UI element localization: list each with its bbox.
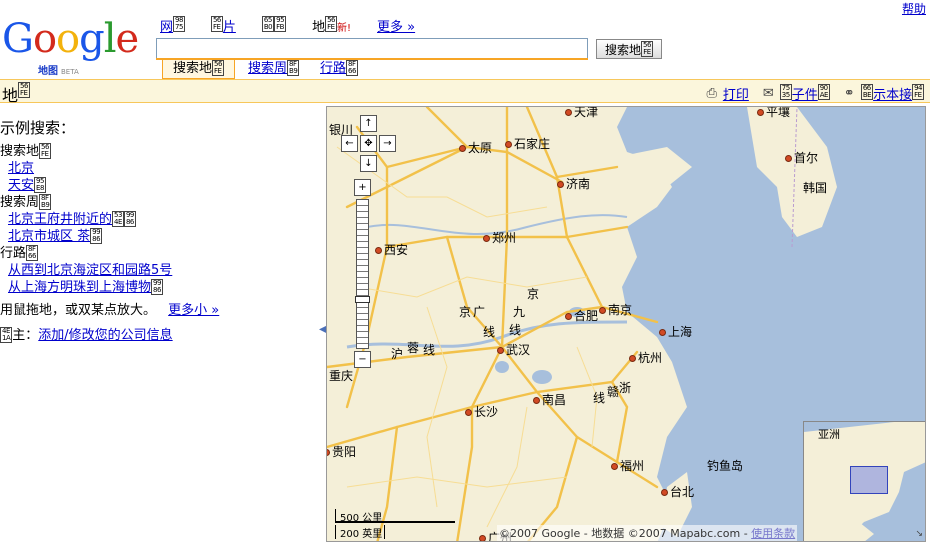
railway-label: 蓉 (407, 341, 420, 355)
title-bar: 地 56 FE ⎙ 打印 ✉ 75 35 子件 90 AE ⚭ 66 BE 示本接 94 FE (0, 79, 930, 105)
city-label[interactable]: 杭州 (629, 349, 662, 366)
more-tips-link[interactable]: 更多小 » (168, 303, 219, 318)
logo-subtitle: 地图 BETA (38, 66, 79, 77)
zoom-in-button[interactable]: + (354, 179, 371, 196)
city-label[interactable]: 南昌 (533, 391, 566, 408)
railway-label: 京 (527, 287, 540, 301)
overview-toggle-icon[interactable]: ↘ (915, 529, 923, 539)
section-title-search-maps: 搜索地 56 FE (0, 143, 51, 159)
email-link[interactable]: 75 35 子件 90 AE (779, 84, 830, 103)
google-maps-logo[interactable]: Google 地图 BETA (0, 14, 150, 78)
tab-web[interactable]: 网 98 75 (160, 16, 185, 35)
overview-map[interactable]: 亚洲 ↘ (803, 421, 925, 541)
railway-label: 九 (513, 305, 526, 319)
email-tool[interactable]: ✉ 75 35 子件 90 AE (763, 84, 830, 103)
example-link-beijing[interactable]: 北京 (8, 160, 320, 177)
railway-label: 线 (509, 323, 522, 337)
logo-wordmark: Google (2, 16, 139, 62)
railway-label: 沪 (391, 347, 404, 361)
search-mode-tabs: 搜索地 56 FE 搜索周 8F B9 行路 8F 66 (156, 58, 588, 79)
map-usage-tip: 用鼠拖地，或双某点放大。 更多小 » (0, 303, 220, 318)
zoom-out-button[interactable]: − (354, 351, 371, 368)
island-label: 钓鱼岛 (707, 459, 744, 473)
city-label[interactable]: 首尔 (785, 149, 818, 166)
pan-down-button[interactable]: ↓ (360, 155, 377, 172)
overview-region-label: 亚洲 (818, 428, 840, 441)
add-business-link[interactable]: 添加/修改您的公司信息 (38, 328, 172, 343)
city-label[interactable]: 南京 (599, 301, 632, 318)
print-link[interactable]: 打印 (723, 84, 749, 103)
country-label: 韩国 (803, 181, 828, 195)
tab-images[interactable]: 56 FE 片 (210, 16, 236, 35)
search-tab-nearby[interactable]: 搜索周 8F B9 (248, 60, 300, 79)
map-canvas[interactable]: 天津 太原 石家庄 济南 郑州 西安 合肥 南京 上海 武汉 杭州 南昌 长沙 … (326, 106, 926, 542)
city-label[interactable]: 福州 (611, 457, 644, 474)
section-title-directions: 行路 8F 66 (0, 245, 38, 261)
page-title: 地 56 FE (2, 82, 30, 105)
link-to-page-link[interactable]: 66 BE 示本接 94 FE (860, 84, 924, 103)
top-nav-tabs: 网 98 75 56 FE 片 65 B095 FB 地 56 FE 新! 更多 » (160, 16, 441, 35)
link-tool[interactable]: ⚭ 66 BE 示本接 94 FE (844, 84, 924, 103)
examples-heading: 示例搜索： (0, 119, 76, 137)
scale-mi: 200 英里 (335, 525, 385, 540)
city-label[interactable]: 天津 (565, 107, 598, 120)
search-tab-maps[interactable]: 搜索地 56 FE (162, 60, 235, 79)
pan-right-button[interactable]: → (379, 135, 396, 152)
section-title-search-nearby: 搜索周 8F B9 (0, 194, 52, 210)
city-label[interactable]: 石家庄 (505, 135, 550, 152)
tab-more[interactable]: 更多 » (377, 16, 415, 35)
railway-label: 浙 (619, 381, 632, 395)
railway-label: 线 (483, 325, 496, 339)
city-label[interactable]: 重庆 (329, 367, 353, 384)
left-panel: 示例搜索： 搜索地 56 FE 北京 天安 95 E8 搜索周 8F B9 北京王府井附近的… (0, 120, 320, 344)
scale-km: 500 公里 (335, 509, 455, 524)
city-label[interactable]: 太原 (459, 139, 492, 156)
city-label[interactable]: 郑州 (483, 229, 516, 246)
example-link-tiananmen[interactable]: 天安 95 E8 (8, 177, 320, 194)
map-toolbar: ⎙ 打印 ✉ 75 35 子件 90 AE ⚭ 66 BE 示本接 94 FE (692, 84, 924, 103)
pan-control: ↑ ← ✥ → ↓ (333, 115, 396, 172)
help-link[interactable]: 帮助 (902, 0, 926, 17)
printer-icon: ⎙ (706, 86, 717, 101)
terms-of-use-link[interactable]: 使用条款 (751, 527, 795, 540)
example-link-wangfujing[interactable]: 北京王府井附近的 53 4E99 86 (8, 211, 320, 228)
business-owner-line: 4E 1A 主：添加/修改您的公司信息 (0, 327, 173, 343)
zoom-slider-handle[interactable] (355, 296, 370, 303)
railway-label: 线 (423, 343, 436, 357)
example-link-route-1[interactable]: 从西到北京海淀区和园路5号 (8, 262, 320, 279)
pan-left-button[interactable]: ← (341, 135, 358, 152)
search-maps-button[interactable]: 搜索地 56 FE (596, 39, 662, 59)
railway-label: 赣 (607, 385, 620, 399)
city-label[interactable]: 西安 (375, 241, 408, 258)
city-label[interactable]: 长沙 (465, 403, 498, 420)
tab-news[interactable]: 65 B095 FB (261, 16, 287, 35)
city-label[interactable]: 上海 (659, 323, 692, 340)
city-label[interactable]: 济南 (557, 175, 590, 192)
city-label[interactable]: 合肥 (565, 307, 598, 324)
railway-label: 京 (459, 305, 472, 319)
tab-maps: 地 56 FE 新! (312, 16, 352, 35)
overview-viewport[interactable] (850, 466, 888, 494)
link-icon: ⚭ (843, 86, 855, 101)
search-tab-directions[interactable]: 行路 8F 66 (320, 60, 358, 79)
railway-label: 线 (593, 391, 606, 405)
envelope-icon: ✉ (762, 86, 774, 101)
city-label[interactable]: 台北 (661, 483, 694, 500)
railway-label: 广 (473, 305, 486, 319)
pan-up-button[interactable]: ↑ (360, 115, 377, 132)
example-link-teahouse[interactable]: 北京市城区 茶 99 86 (8, 228, 320, 245)
search-input[interactable] (156, 38, 588, 60)
city-label[interactable]: 武汉 (497, 341, 530, 358)
example-link-route-2[interactable]: 从上海方明珠到上海博物 99 86 (8, 279, 320, 296)
city-label[interactable]: 平壤 (757, 107, 790, 120)
new-badge: 新! (337, 23, 352, 34)
city-label[interactable]: 贵阳 (327, 443, 356, 460)
map-copyright: ©2007 Google - 地数据 ©2007 Mapabc.com - 使用… (497, 525, 798, 541)
zoom-slider[interactable] (355, 199, 370, 349)
print-tool[interactable]: ⎙ 打印 (706, 84, 748, 103)
pan-center-button[interactable]: ✥ (360, 135, 377, 152)
